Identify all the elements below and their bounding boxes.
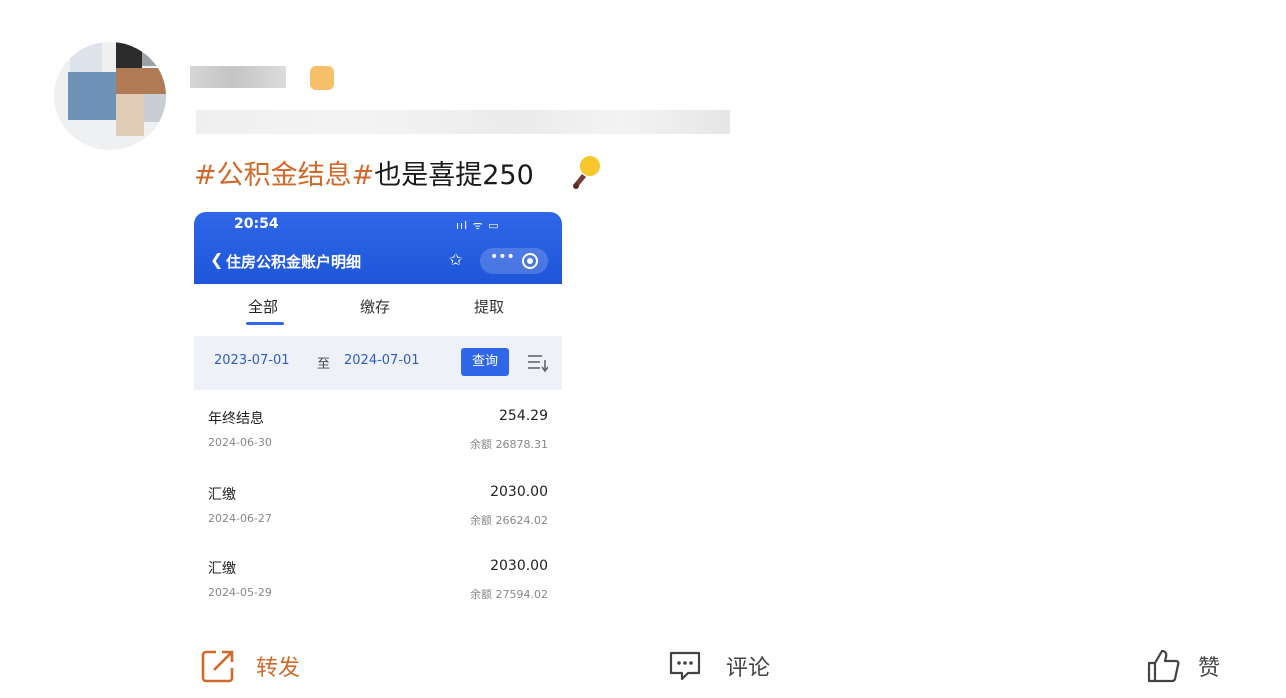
topic-link[interactable]: #公积金结息# <box>194 160 374 191</box>
back-icon[interactable]: ❮ <box>210 250 223 269</box>
forward-label: 转发 <box>256 656 301 681</box>
record-amount: 2030.00 <box>490 558 548 574</box>
post-body: 也是喜提250 <box>374 160 534 191</box>
query-button[interactable]: 查询 <box>461 348 509 376</box>
balance-value: 26878.31 <box>495 438 549 451</box>
comment-icon <box>669 651 701 681</box>
balance-label: 余额 <box>470 588 492 601</box>
tab-all[interactable]: 全部 <box>248 296 278 317</box>
status-icons: ııl ᯤ ▭ <box>456 219 500 232</box>
like-button[interactable]: 赞 <box>1146 646 1220 686</box>
record-balance: 余额 26878.31 <box>470 436 548 452</box>
post-text: #公积金结息#也是喜提250 <box>194 156 534 196</box>
forward-button[interactable]: 转发 <box>200 646 300 686</box>
like-label: 赞 <box>1198 656 1221 681</box>
username-blurred[interactable] <box>190 66 286 88</box>
balance-value: 27594.02 <box>495 588 549 601</box>
record-type: 汇缴 <box>208 487 236 503</box>
list-item[interactable]: 汇缴 2030.00 2024-05-29 余额 27594.02 <box>194 554 562 606</box>
thumbs-up-icon <box>1147 649 1180 683</box>
record-type: 汇缴 <box>208 561 236 577</box>
vip-badge-icon <box>310 66 334 90</box>
record-type: 年终结息 <box>208 411 264 427</box>
close-target-icon[interactable] <box>522 253 538 269</box>
list-item[interactable]: 汇缴 2030.00 2024-06-27 余额 26624.02 <box>194 480 562 550</box>
date-to[interactable]: 2024-07-01 <box>344 353 420 368</box>
user-avatar[interactable] <box>54 42 166 150</box>
tab-deposit[interactable]: 缴存 <box>360 296 390 317</box>
sort-icon[interactable] <box>526 352 548 374</box>
record-amount: 2030.00 <box>490 484 548 500</box>
comment-label: 评论 <box>726 656 771 681</box>
lightbulb-icon <box>573 156 600 189</box>
list-item[interactable]: 年终结息 254.29 2024-06-30 余额 26878.31 <box>194 404 562 474</box>
record-date: 2024-06-30 <box>208 436 272 449</box>
active-tab-indicator <box>246 322 284 325</box>
record-balance: 余额 27594.02 <box>470 586 548 602</box>
more-icon[interactable]: ••• <box>490 249 515 265</box>
post-meta-blurred <box>196 110 730 134</box>
balance-value: 26624.02 <box>495 514 549 527</box>
balance-label: 余额 <box>470 438 492 451</box>
embedded-screenshot[interactable]: 20:54 ııl ᯤ ▭ ❮ 住房公积金账户明细 ✩ ••• 全部 缴存 提取… <box>194 212 562 606</box>
status-time: 20:54 <box>234 216 279 232</box>
share-icon <box>201 650 234 683</box>
tab-withdraw[interactable]: 提取 <box>474 296 504 317</box>
record-amount: 254.29 <box>499 408 548 424</box>
date-filter-bar: 2023-07-01 至 2024-07-01 查询 <box>194 336 562 390</box>
date-to-word: 至 <box>317 357 331 372</box>
record-balance: 余额 26624.02 <box>470 512 548 528</box>
comment-button[interactable]: 评论 <box>668 646 770 686</box>
app-header: 20:54 ııl ᯤ ▭ ❮ 住房公积金账户明细 ✩ ••• <box>194 212 562 284</box>
record-date: 2024-06-27 <box>208 512 272 525</box>
page-title: 住房公积金账户明细 <box>226 253 362 271</box>
balance-label: 余额 <box>470 514 492 527</box>
record-date: 2024-05-29 <box>208 586 272 599</box>
star-icon[interactable]: ✩ <box>449 250 462 269</box>
miniapp-capsule[interactable]: ••• <box>480 248 548 274</box>
date-from[interactable]: 2023-07-01 <box>214 353 290 368</box>
